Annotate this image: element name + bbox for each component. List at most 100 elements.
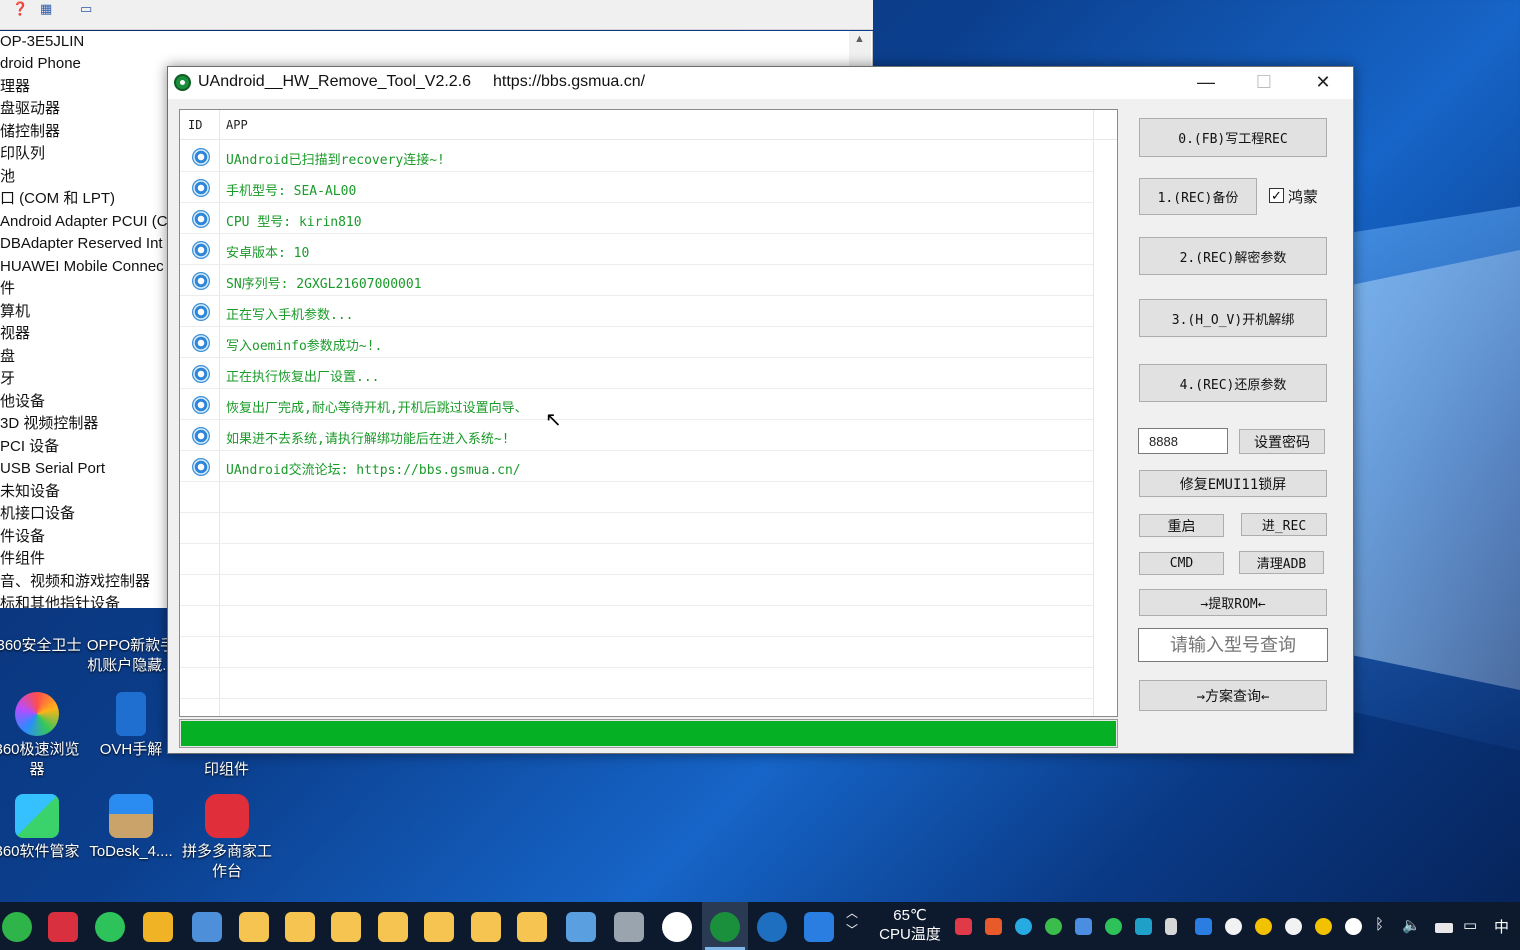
device-tree-node[interactable]: 储控制器 bbox=[0, 121, 60, 143]
cpu-temperature-widget[interactable]: 65℃ CPU温度 bbox=[874, 906, 946, 944]
device-tree-node[interactable]: HUAWEI Mobile Connec bbox=[0, 256, 164, 278]
computer-taskbar-icon[interactable] bbox=[192, 912, 222, 942]
device-tree-node[interactable]: 牙 bbox=[0, 368, 15, 390]
log-row[interactable]: SN序列号: 2GXGL21607000001 bbox=[180, 265, 1093, 296]
tray-todesk-icon[interactable] bbox=[1195, 918, 1212, 935]
properties-icon[interactable]: ▦ bbox=[40, 1, 58, 17]
log-row[interactable]: UAndroid交流论坛: https://bbs.gsmua.cn/ bbox=[180, 451, 1093, 482]
log-list[interactable]: ID APP UAndroid已扫描到recovery连接~! 手机型号: SE… bbox=[179, 109, 1118, 717]
device-tree-node[interactable]: 件设备 bbox=[0, 526, 45, 548]
desktop-icon-ovh-tool[interactable]: OVH手解 bbox=[84, 692, 178, 760]
cmd-button[interactable]: CMD bbox=[1139, 552, 1224, 575]
folder-taskbar-icon[interactable] bbox=[378, 912, 408, 942]
rec-backup-button[interactable]: 1.(REC)备份 bbox=[1139, 178, 1257, 215]
device-tree-node[interactable]: 标和其他指针设备 bbox=[0, 593, 120, 608]
scroll-up-icon[interactable]: ▲ bbox=[854, 33, 865, 45]
device-tree-node[interactable]: 口 (COM 和 LPT) bbox=[0, 188, 115, 210]
device-tree-node[interactable]: 机接口设备 bbox=[0, 503, 75, 525]
maximize-button[interactable]: ☐ bbox=[1235, 67, 1293, 99]
column-header-app[interactable]: APP bbox=[226, 118, 248, 132]
help-icon[interactable]: ❓ bbox=[12, 1, 30, 17]
device-tree-node[interactable]: 他设备 bbox=[0, 391, 45, 413]
tray-network-tool-icon[interactable] bbox=[1015, 918, 1032, 935]
rec-decrypt-params-button[interactable]: 2.(REC)解密参数 bbox=[1139, 237, 1327, 275]
uandroid-taskbar-icon[interactable] bbox=[710, 912, 740, 942]
window-titlebar[interactable]: UAndroid__HW_Remove_Tool_V2.2.6 https://… bbox=[168, 67, 1353, 99]
model-query-input[interactable] bbox=[1138, 628, 1328, 662]
device-tree-node[interactable]: 理器 bbox=[0, 76, 30, 98]
folder-taskbar-icon[interactable] bbox=[424, 912, 454, 942]
hongmeng-checkbox[interactable]: ✓ bbox=[1269, 188, 1284, 203]
solution-query-button[interactable]: →方案查询← bbox=[1139, 680, 1327, 711]
tray-app-icon[interactable] bbox=[985, 918, 1002, 935]
device-tree-node[interactable]: Android Adapter PCUI (C bbox=[0, 211, 168, 233]
network-icon[interactable]: ▭ bbox=[1463, 916, 1477, 934]
password-input[interactable] bbox=[1138, 428, 1228, 454]
log-row[interactable]: UAndroid已扫描到recovery连接~! bbox=[180, 141, 1093, 172]
desktop-icon-360-softmgr[interactable]: 360软件管家 bbox=[0, 794, 84, 862]
rec-restore-params-button[interactable]: 4.(REC)还原参数 bbox=[1139, 364, 1327, 402]
folder-taskbar-icon[interactable] bbox=[331, 912, 361, 942]
device-manager-taskbar-icon[interactable] bbox=[566, 912, 596, 942]
device-tree-node[interactable]: 印队列 bbox=[0, 143, 45, 165]
extract-rom-button[interactable]: →提取ROM← bbox=[1139, 589, 1327, 616]
write-engineering-rec-button[interactable]: 0.(FB)写工程REC bbox=[1139, 118, 1327, 157]
tray-qq-icon[interactable] bbox=[1315, 918, 1332, 935]
device-tree-node[interactable]: USB Serial Port bbox=[0, 458, 105, 480]
device-tree-node[interactable]: 池 bbox=[0, 166, 15, 188]
log-row[interactable]: CPU 型号: kirin810 bbox=[180, 203, 1093, 234]
device-tree-node[interactable]: 件 bbox=[0, 278, 15, 300]
device-tree-node[interactable]: 未知设备 bbox=[0, 481, 60, 503]
folder-taskbar-icon[interactable] bbox=[517, 912, 547, 942]
swift-taskbar-icon[interactable] bbox=[757, 912, 787, 942]
tray-360-icon[interactable] bbox=[1045, 918, 1062, 935]
log-row[interactable]: 正在写入手机参数... bbox=[180, 296, 1093, 327]
enter-rec-button[interactable]: 进_REC bbox=[1241, 513, 1327, 536]
wechat-taskbar-icon[interactable] bbox=[95, 912, 125, 942]
device-tree-node[interactable]: 音、视频和游戏控制器 bbox=[0, 571, 150, 593]
input-method-indicator[interactable]: 中 bbox=[1494, 916, 1509, 937]
folder-taskbar-icon[interactable] bbox=[239, 912, 269, 942]
device-tree-node[interactable]: 盘驱动器 bbox=[0, 98, 60, 120]
todesk-taskbar-icon[interactable] bbox=[804, 912, 834, 942]
desktop-icon-360-browser[interactable]: 360极速浏览器 bbox=[0, 692, 84, 780]
tray-qq-icon[interactable] bbox=[1285, 918, 1302, 935]
clean-adb-button[interactable]: 清理ADB bbox=[1239, 551, 1324, 574]
bluetooth-icon[interactable]: ᛒ bbox=[1375, 916, 1384, 933]
device-tree-node[interactable]: 视器 bbox=[0, 323, 30, 345]
tray-baidu-netdisk-icon[interactable] bbox=[1345, 918, 1362, 935]
desktop-icon-360-safe[interactable]: 360安全卫士 bbox=[0, 636, 86, 656]
log-row[interactable]: 如果进不去系统,请执行解绑功能后在进入系统~! bbox=[180, 420, 1093, 451]
device-tree-node[interactable]: droid Phone bbox=[0, 53, 81, 75]
log-row[interactable]: 恢复出厂完成,耐心等待开机,开机后跳过设置向导、 bbox=[180, 389, 1093, 420]
column-header-id[interactable]: ID bbox=[188, 118, 202, 132]
tool-taskbar-icon[interactable] bbox=[143, 912, 173, 942]
tray-qq-icon[interactable] bbox=[1225, 918, 1242, 935]
tray-qq-icon[interactable] bbox=[1255, 918, 1272, 935]
tray-usb-icon[interactable] bbox=[1165, 918, 1177, 935]
tray-wechat-icon[interactable] bbox=[1105, 918, 1122, 935]
device-tree-node[interactable]: 盘 bbox=[0, 346, 15, 368]
log-row[interactable]: 手机型号: SEA-AL00 bbox=[180, 172, 1093, 203]
device-tree-scrollbar[interactable]: ▲ bbox=[849, 31, 871, 71]
minimize-button[interactable]: — bbox=[1177, 67, 1235, 99]
desktop-icon-pdd-merchant[interactable]: 拼多多商家工作台 bbox=[180, 794, 274, 882]
log-row[interactable]: 正在执行恢复出厂设置... bbox=[180, 358, 1093, 389]
folder-taskbar-icon[interactable] bbox=[471, 912, 501, 942]
hardware-taskbar-icon[interactable] bbox=[614, 912, 644, 942]
device-tree-node[interactable]: 件组件 bbox=[0, 548, 45, 570]
device-tree-node[interactable]: DBAdapter Reserved Int bbox=[0, 233, 163, 255]
tray-box-icon[interactable] bbox=[1075, 918, 1092, 935]
volume-icon[interactable]: 🔈 bbox=[1402, 916, 1421, 934]
desktop-icon-todesk[interactable]: ToDesk_4.... bbox=[84, 794, 178, 862]
tray-sync-icon[interactable] bbox=[1135, 918, 1152, 935]
pdd-taskbar-icon[interactable] bbox=[48, 912, 78, 942]
show-hidden-icons-chevron-icon[interactable]: ︿ ﹀ bbox=[846, 904, 858, 938]
log-row[interactable]: 写入oeminfo参数成功~!. bbox=[180, 327, 1093, 358]
set-password-button[interactable]: 设置密码 bbox=[1239, 429, 1325, 454]
close-button[interactable]: ✕ bbox=[1294, 67, 1352, 99]
device-tree-node[interactable]: OP-3E5JLIN bbox=[0, 31, 84, 53]
folder-taskbar-icon[interactable] bbox=[285, 912, 315, 942]
tray-pdd-icon[interactable] bbox=[955, 918, 972, 935]
reboot-button[interactable]: 重启 bbox=[1139, 514, 1224, 537]
